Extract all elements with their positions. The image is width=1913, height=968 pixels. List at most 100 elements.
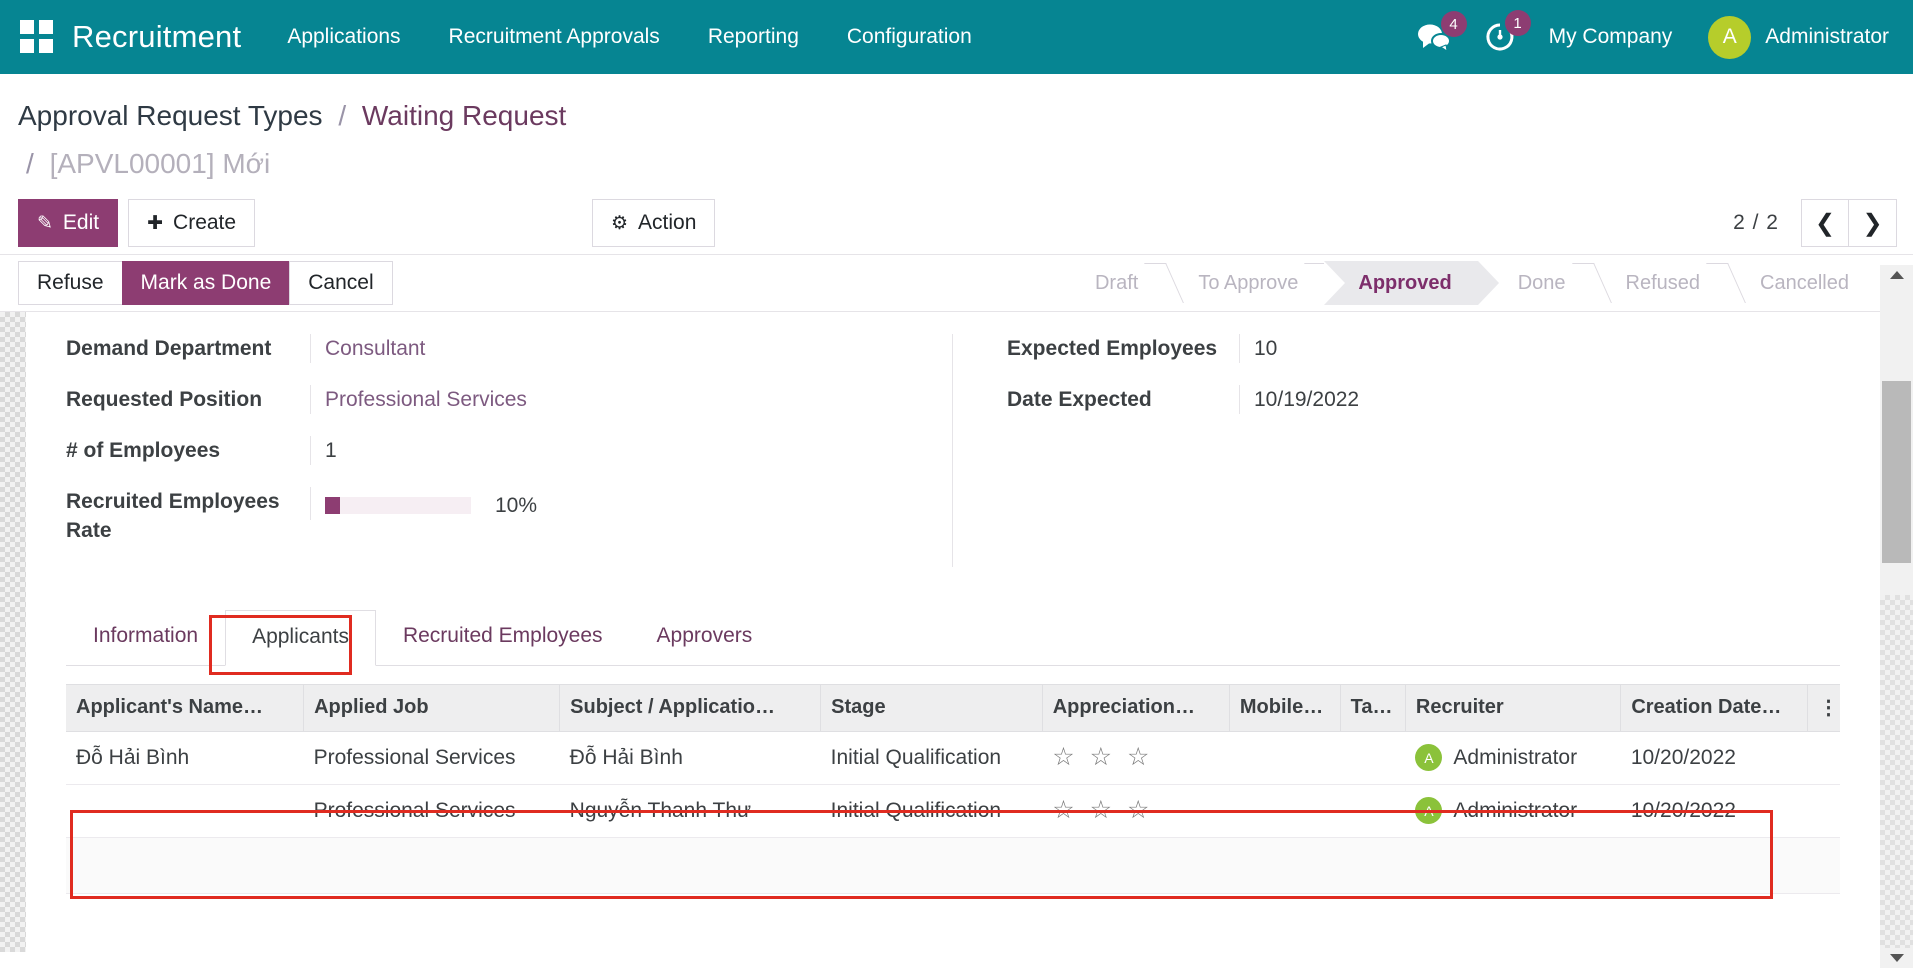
scrollbar-thumb[interactable] <box>1882 381 1911 563</box>
table-header-row: Applicant's Name… Applied Job Subject / … <box>66 685 1840 732</box>
notebook: Information Applicants Recruited Employe… <box>66 609 1840 894</box>
cell-appreciation[interactable]: ☆ ☆ ☆ <box>1042 785 1229 838</box>
cell-spacer <box>1808 785 1840 838</box>
cell-subject: Đỗ Hải Bình <box>560 732 821 785</box>
status-stage-done[interactable]: Done <box>1478 261 1592 305</box>
cell-recruiter: A Administrator <box>1405 732 1620 785</box>
cell-spacer <box>1808 732 1840 785</box>
create-button-label: Create <box>173 211 236 235</box>
recruiter-name: Administrator <box>1453 746 1577 770</box>
scroll-down-button[interactable] <box>1880 948 1913 968</box>
column-header-applied-job[interactable]: Applied Job <box>304 685 560 732</box>
cell-applied-job: Professional Services <box>304 785 560 838</box>
status-stage-to-approve[interactable]: To Approve <box>1164 261 1324 305</box>
column-header-applicant-name[interactable]: Applicant's Name… <box>66 685 304 732</box>
status-stage-cancelled[interactable]: Cancelled <box>1726 261 1875 305</box>
activities-button[interactable]: 1 <box>1485 22 1515 52</box>
breadcrumb-root[interactable]: Approval Request Types <box>18 100 323 131</box>
column-header-appreciation[interactable]: Appreciation… <box>1042 685 1229 732</box>
cell-appreciation[interactable]: ☆ ☆ ☆ <box>1042 732 1229 785</box>
field-value: 1 <box>310 436 908 465</box>
table-row[interactable]: Đỗ Hải Bình Professional Services Đỗ Hải… <box>66 732 1840 785</box>
field-value[interactable]: Consultant <box>310 334 908 363</box>
action-button[interactable]: ⚙ Action <box>592 199 715 247</box>
field-number-of-employees: # of Employees 1 <box>66 436 908 465</box>
status-stage-refused[interactable]: Refused <box>1592 261 1727 305</box>
breadcrumb: Approval Request Types / Waiting Request… <box>0 74 1913 192</box>
create-button[interactable]: ✚ Create <box>128 199 255 247</box>
field-date-expected: Date Expected 10/19/2022 <box>1007 385 1840 414</box>
field-expected-employees: Expected Employees 10 <box>1007 334 1840 363</box>
rating-stars: ☆ ☆ ☆ <box>1052 743 1153 771</box>
user-menu[interactable]: A Administrator <box>1708 16 1889 59</box>
tab-recruited-employees[interactable]: Recruited Employees <box>376 609 630 665</box>
cancel-button[interactable]: Cancel <box>289 261 392 305</box>
column-header-tags[interactable]: Ta… <box>1340 685 1405 732</box>
field-demand-department: Demand Department Consultant <box>66 334 908 363</box>
status-action-row: Refuse Mark as Done Cancel Draft To Appr… <box>0 255 1913 311</box>
column-header-mobile[interactable]: Mobile… <box>1229 685 1340 732</box>
previous-record-button[interactable]: ❮ <box>1801 199 1849 247</box>
column-options-button[interactable]: ⋮ <box>1808 685 1840 732</box>
record-pager: 2 / 2 ❮ ❯ <box>1733 199 1897 247</box>
status-stage-label: To Approve <box>1198 272 1298 295</box>
refuse-button[interactable]: Refuse <box>18 261 123 305</box>
action-button-label: Action <box>638 211 696 235</box>
plus-icon: ✚ <box>147 212 163 235</box>
apps-grid-icon[interactable] <box>20 20 54 54</box>
navbar-right-tools: 4 1 My Company A Administrator <box>1417 16 1913 59</box>
cell-tags <box>1340 785 1405 838</box>
gear-icon: ⚙ <box>611 212 628 235</box>
vertical-dots-icon: ⋮ <box>1818 702 1832 714</box>
tab-approvers[interactable]: Approvers <box>630 609 780 665</box>
tab-information[interactable]: Information <box>66 609 225 665</box>
menu-item-configuration[interactable]: Configuration <box>847 25 972 49</box>
status-stage-label: Approved <box>1358 272 1451 295</box>
vertical-scrollbar[interactable] <box>1880 265 1913 968</box>
messages-badge: 4 <box>1441 11 1467 37</box>
main-menu: Applications Recruitment Approvals Repor… <box>287 25 971 49</box>
column-header-creation-date[interactable]: Creation Date… <box>1621 685 1808 732</box>
recruiter-name: Administrator <box>1453 799 1577 823</box>
field-label: Requested Position <box>66 385 310 414</box>
scroll-up-button[interactable] <box>1880 265 1913 285</box>
tab-applicants[interactable]: Applicants <box>225 610 376 666</box>
field-value[interactable]: Professional Services <box>310 385 908 414</box>
field-label: Demand Department <box>66 334 310 363</box>
mark-as-done-button[interactable]: Mark as Done <box>122 261 291 305</box>
column-header-subject[interactable]: Subject / Applicatio… <box>560 685 821 732</box>
status-stage-draft[interactable]: Draft <box>1077 261 1164 305</box>
column-header-recruiter[interactable]: Recruiter <box>1405 685 1620 732</box>
progress-bar-fill <box>325 497 340 514</box>
field-requested-position: Requested Position Professional Services <box>66 385 908 414</box>
messages-button[interactable]: 4 <box>1417 23 1451 51</box>
table-empty-row <box>66 838 1840 894</box>
status-stage-label: Done <box>1518 272 1566 295</box>
table-body: Đỗ Hải Bình Professional Services Đỗ Hải… <box>66 732 1840 894</box>
menu-item-recruitment-approvals[interactable]: Recruitment Approvals <box>449 25 660 49</box>
company-switcher[interactable]: My Company <box>1549 25 1673 49</box>
rating-stars: ☆ ☆ ☆ <box>1052 796 1153 824</box>
edit-button[interactable]: ✎ Edit <box>18 199 118 247</box>
edit-button-label: Edit <box>63 211 99 235</box>
status-stage-label: Draft <box>1095 272 1138 295</box>
progress-bar-wrapper: 10% <box>325 487 908 520</box>
status-stage-label: Refused <box>1626 272 1701 295</box>
cell-recruiter: A Administrator <box>1405 785 1620 838</box>
cell-applicant-name <box>66 785 304 838</box>
menu-item-applications[interactable]: Applications <box>287 25 400 49</box>
form-column-left: Demand Department Consultant Requested P… <box>66 334 953 567</box>
menu-item-reporting[interactable]: Reporting <box>708 25 799 49</box>
triangle-up-icon <box>1890 271 1904 279</box>
column-header-stage[interactable]: Stage <box>821 685 1043 732</box>
field-recruited-employees-rate: Recruited Employees Rate 10% <box>66 487 908 545</box>
stage-notch <box>1324 261 1345 305</box>
cell-stage: Initial Qualification <box>821 732 1043 785</box>
table-row[interactable]: Professional Services Nguyễn Thanh Thư I… <box>66 785 1840 838</box>
breadcrumb-parent[interactable]: Waiting Request <box>362 100 566 131</box>
breadcrumb-separator: / <box>338 100 346 131</box>
top-navbar: Recruitment Applications Recruitment App… <box>0 0 1913 74</box>
form-column-right: Expected Employees 10 Date Expected 10/1… <box>953 334 1840 567</box>
status-stage-approved[interactable]: Approved <box>1324 261 1477 305</box>
next-record-button[interactable]: ❯ <box>1849 199 1897 247</box>
